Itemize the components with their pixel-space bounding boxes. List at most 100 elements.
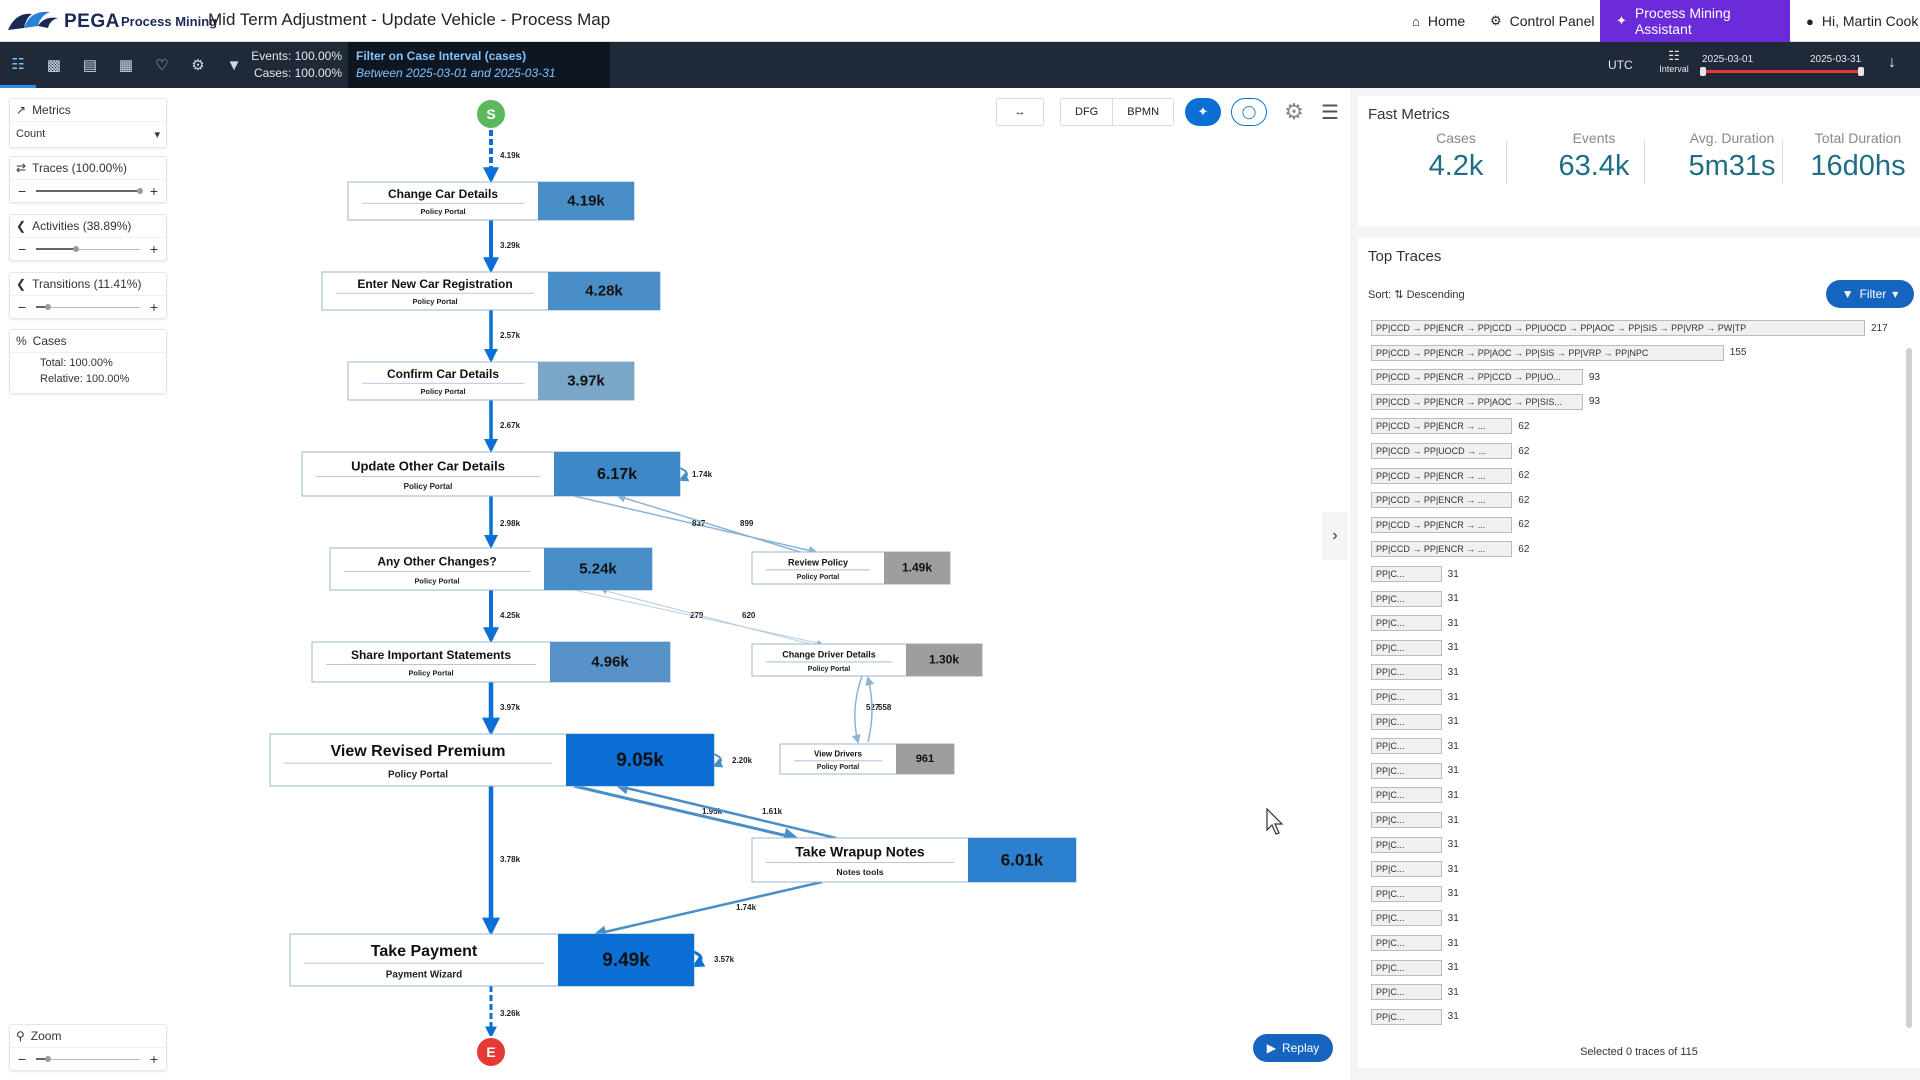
trace-list-scrollbar[interactable] <box>1906 348 1912 1028</box>
end-node[interactable]: E <box>475 1036 507 1068</box>
nav-home[interactable]: ⌂ Home <box>1412 0 1465 42</box>
activity-count: 6.17k <box>597 466 637 483</box>
edge-ccd-encr[interactable]: 3.29k <box>483 220 521 274</box>
trace-row[interactable]: PP|C... 31 <box>1371 639 1459 656</box>
trace-row[interactable]: PP|CCD → PP|UOCD → ... 62 <box>1371 443 1529 459</box>
trace-count: 31 <box>1447 888 1459 900</box>
activity-node-encr[interactable]: Enter New Car Registration Policy Portal 4… <box>321 271 661 311</box>
activity-application: Payment Wizard <box>386 970 462 981</box>
home-icon: ⌂ <box>1412 13 1420 29</box>
edge-sis-vrp[interactable]: 3.97k <box>482 682 521 736</box>
edge-vrp-vrp[interactable]: 2.20k <box>712 753 753 768</box>
edge-tp-tp[interactable]: 3.57k <box>691 950 735 968</box>
trace-row[interactable]: PP|C... 31 <box>1371 762 1459 779</box>
activity-node-cdd[interactable]: Change Driver Details Policy Portal 1.30k <box>751 643 983 677</box>
trace-row[interactable]: PP|C... 31 <box>1371 590 1459 607</box>
trace-row[interactable]: PP|C... 31 <box>1371 615 1459 632</box>
trace-row[interactable]: PP|C... 31 <box>1371 812 1459 828</box>
edge-encr-confirm[interactable]: 2.57k <box>484 310 521 363</box>
filter-title: Filter on Case Interval (cases) <box>356 49 527 63</box>
trace-row[interactable]: PP|CCD → PP|ENCR → PP|AOC → PP|SIS... 93 <box>1371 393 1600 410</box>
activity-node-aoc[interactable]: Any Other Changes? Policy Portal 5.24k <box>329 547 653 591</box>
edge-aoc-sis[interactable]: 4.25k <box>483 590 521 644</box>
date-range-slider[interactable] <box>1700 67 1864 76</box>
activity-node-vd[interactable]: View Drivers Policy Portal 961 <box>779 743 955 775</box>
activity-node-confirm[interactable]: Confirm Car Details Policy Portal 3.97k <box>347 361 635 401</box>
edge-label: 558 <box>878 703 892 712</box>
active-filter[interactable]: Filter on Case Interval (cases) Between … <box>348 42 610 88</box>
trace-row[interactable]: PP|C... 31 <box>1371 664 1459 681</box>
edge-vrp-tp[interactable]: 3.78k <box>482 786 521 936</box>
bell-icon[interactable]: ♡ <box>144 42 180 88</box>
trace-row[interactable]: PP|C... 31 <box>1371 910 1459 927</box>
trace-row[interactable]: PP|C... 31 <box>1371 713 1459 730</box>
trace-row[interactable]: PP|CCD → PP|ENCR → ... 62 <box>1371 492 1529 509</box>
mouse-cursor-icon <box>1266 808 1284 835</box>
panel-toggle-chevron-icon[interactable]: › <box>1322 512 1348 560</box>
trace-row[interactable]: PP|C... 31 <box>1371 959 1459 976</box>
edge-uocd-aoc[interactable]: 2.98k <box>484 496 521 549</box>
trace-row[interactable]: PP|CCD → PP|ENCR → PP|CCD → PP|UO... 93 <box>1371 369 1600 386</box>
activity-count: 9.05k <box>616 750 664 771</box>
variants-icon[interactable]: ⚙ <box>180 42 216 88</box>
nav-user-menu[interactable]: ● Hi, Martin Cook <box>1806 0 1918 42</box>
replay-button[interactable]: ▶ Replay <box>1253 1034 1333 1062</box>
trace-row[interactable]: PP|CCD → PP|ENCR → ... 62 <box>1371 541 1529 558</box>
case-search-icon[interactable]: ▩ <box>36 42 72 88</box>
trace-row[interactable]: PP|CCD → PP|ENCR → ... 62 <box>1371 418 1529 435</box>
activity-node-sis[interactable]: Share Important Statements Policy Portal 4… <box>311 641 671 683</box>
activity-count: 1.30k <box>929 652 959 666</box>
edge-twn-vrp[interactable]: 1.61k <box>615 782 837 840</box>
nav-control-panel[interactable]: ⚙ Control Panel <box>1490 0 1594 42</box>
edge-uocd-uocd[interactable]: 1.74k <box>678 467 713 482</box>
nav-process-mining-assistant[interactable]: ✦ Process Mining Assistant <box>1600 0 1790 42</box>
trace-row[interactable]: PP|C... 31 <box>1371 738 1459 755</box>
trace-row[interactable]: PP|C... 31 <box>1371 1008 1459 1025</box>
edge-twn-tp[interactable]: 1.74k <box>593 880 823 938</box>
activity-node-uocd[interactable]: Update Other Car Details Policy Portal 6.1… <box>301 451 681 497</box>
edge-rp-uocd[interactable]: 899 <box>616 493 801 553</box>
filter-icon[interactable]: ▼ <box>216 42 252 88</box>
edge-start-ccd[interactable]: 4.19k <box>483 130 521 184</box>
trace-count: 62 <box>1518 470 1530 482</box>
activity-node-rp[interactable]: Review Policy Policy Portal 1.49k <box>751 551 951 585</box>
edge-confirm-uocd[interactable]: 2.67k <box>484 400 521 453</box>
sort-control[interactable]: Sort: ⇅ Descending <box>1368 288 1465 301</box>
trace-row[interactable]: PP|CCD → PP|ENCR → PP|AOC → PP|SIS → PP|… <box>1371 344 1746 361</box>
process-map[interactable]: 4.19k 3.29k 2.57k 2.67k 1.74k 2.98k 837 899 4.25… <box>0 88 1350 1080</box>
process-map-icon[interactable]: ☷ <box>0 42 36 88</box>
edge-aoc-cdd[interactable]: 279 <box>573 589 824 646</box>
trace-row[interactable]: PP|CCD → PP|ENCR → PP|CCD → PP|UOCD → PP… <box>1371 320 1888 336</box>
metric-cases-value: 4.2k <box>1428 150 1484 182</box>
trace-row[interactable]: PP|C... 31 <box>1371 689 1459 705</box>
trace-row[interactable]: PP|C... 31 <box>1371 566 1459 582</box>
edge-cdd-aoc[interactable]: 620 <box>600 588 811 645</box>
trace-row[interactable]: PP|C... 31 <box>1371 935 1459 951</box>
activity-node-tp[interactable]: Take Payment Payment Wizard 9.49k <box>289 933 695 987</box>
edge-vd-cdd[interactable]: 558 <box>865 676 892 743</box>
activity-name: Review Policy <box>788 557 848 567</box>
activity-node-twn[interactable]: Take Wrapup Notes Notes tools 6.01k <box>751 837 1077 883</box>
trace-row[interactable]: PP|C... 31 <box>1371 861 1459 878</box>
trace-row[interactable]: PP|CCD → PP|ENCR → ... 62 <box>1371 467 1530 484</box>
chart-icon[interactable]: ▤ <box>72 42 108 88</box>
activity-node-ccd[interactable]: Change Car Details Policy Portal 4.19k <box>347 181 635 221</box>
trace-row[interactable]: PP|C... 31 <box>1371 984 1459 1001</box>
trace-row[interactable]: PP|C... 31 <box>1371 836 1459 853</box>
filter-button[interactable]: ▼ Filter ▾ <box>1826 280 1914 308</box>
date-to: 2025-03-31 <box>1810 54 1862 65</box>
interval-picker[interactable]: ☷ Interval <box>1656 48 1692 74</box>
edge-tp-end[interactable]: 3.26k <box>485 986 521 1039</box>
table-icon[interactable]: ▦ <box>108 42 144 88</box>
download-icon[interactable]: ↓ <box>1888 54 1896 72</box>
timezone-label[interactable]: UTC <box>1608 58 1633 72</box>
edge-label: 3.29k <box>500 241 521 250</box>
trace-row[interactable]: PP|C... 31 <box>1371 787 1459 804</box>
trace-row[interactable]: PP|CCD → PP|ENCR → ... 62 <box>1371 516 1529 533</box>
edge-uocd-rp[interactable]: 837 <box>573 495 818 555</box>
edge-cdd-vd[interactable]: 527 <box>851 675 880 744</box>
activity-node-vrp[interactable]: View Revised Premium Policy Portal 9.05k <box>269 733 715 787</box>
filter-icon: ▼ <box>1841 287 1854 301</box>
trace-row[interactable]: PP|C... 31 <box>1371 885 1459 902</box>
start-node[interactable]: S <box>475 98 507 130</box>
